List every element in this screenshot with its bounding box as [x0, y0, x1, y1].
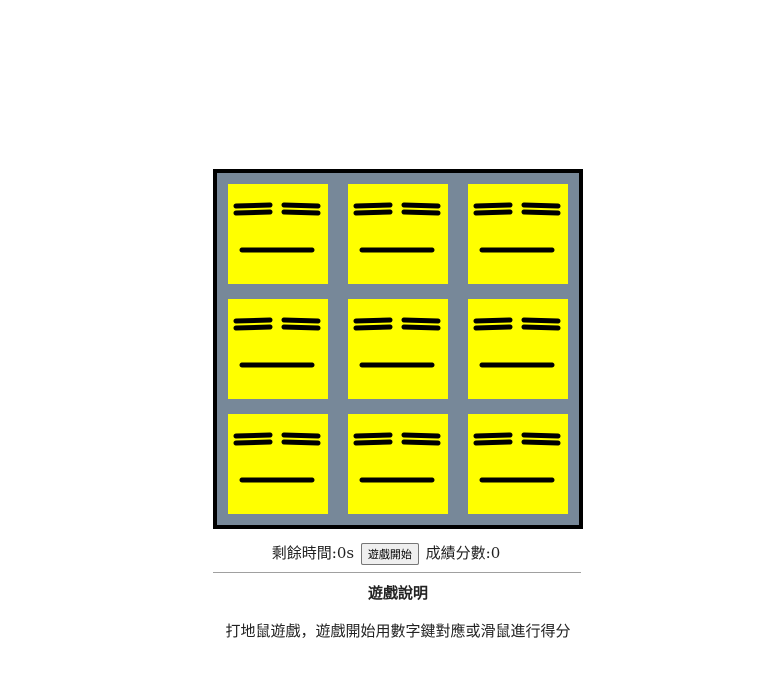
closed-eyes-face-icon [233, 317, 321, 368]
game-controls: 剩餘時間:0s 遊戲開始 成績分數:0 [0, 540, 772, 566]
closed-eyes-face-icon [233, 432, 321, 483]
game-board [213, 169, 583, 529]
mole-hole-2[interactable] [348, 184, 448, 284]
closed-eyes-face-icon [353, 202, 441, 253]
mole-hole-7[interactable] [228, 414, 328, 514]
start-game-button[interactable]: 遊戲開始 [360, 543, 419, 565]
closed-eyes-face-icon [353, 432, 441, 483]
mole-hole-5[interactable] [348, 299, 448, 399]
mole-hole-3[interactable] [468, 184, 568, 284]
mole-hole-8[interactable] [348, 414, 448, 514]
instructions-text: 打地鼠遊戲，遊戲開始用數字鍵對應或滑鼠進行得分 [225, 622, 571, 640]
score-label: 成績分數: [425, 544, 491, 562]
closed-eyes-face-icon [473, 202, 561, 253]
time-label: 剩餘時間: [271, 544, 337, 562]
divider [213, 572, 581, 573]
mole-hole-9[interactable] [468, 414, 568, 514]
mole-hole-4[interactable] [228, 299, 328, 399]
closed-eyes-face-icon [473, 432, 561, 483]
score-value: 0 [490, 544, 501, 562]
time-value: 0s [336, 544, 355, 562]
closed-eyes-face-icon [473, 317, 561, 368]
instructions-title: 遊戲說明 [367, 584, 428, 602]
closed-eyes-face-icon [233, 202, 321, 253]
mole-hole-6[interactable] [468, 299, 568, 399]
closed-eyes-face-icon [353, 317, 441, 368]
mole-hole-1[interactable] [228, 184, 328, 284]
game-page: 剩餘時間:0s 遊戲開始 成績分數:0 遊戲說明 打地鼠遊戲，遊戲開始用數字鍵對… [0, 0, 772, 699]
